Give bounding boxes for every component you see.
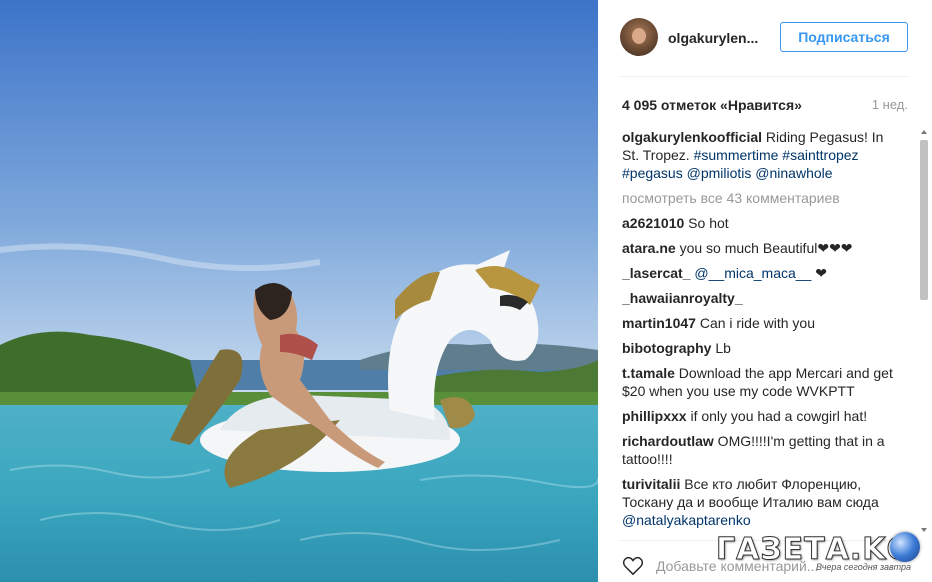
view-all-comments-link[interactable]: посмотреть все 43 комментариев bbox=[622, 189, 894, 207]
caption-tag[interactable]: @ninawhole bbox=[755, 165, 832, 181]
comment-item: _hawaiianroyalty_ bbox=[622, 289, 894, 307]
pegasus-pool-photo bbox=[0, 0, 598, 582]
caption-username[interactable]: olgakurylenkoofficial bbox=[622, 129, 762, 145]
comment-text: ❤ bbox=[811, 265, 827, 281]
comment-item: bibotography Lb bbox=[622, 339, 894, 357]
caption-tag[interactable]: @pmiliotis bbox=[687, 165, 752, 181]
globe-icon bbox=[890, 532, 920, 562]
comment-username[interactable]: phillipxxx bbox=[622, 408, 687, 424]
post-time[interactable]: 1 нед. bbox=[872, 97, 908, 112]
comment-username[interactable]: _hawaiianroyalty_ bbox=[622, 290, 743, 306]
comments-list: olgakurylenkoofficial Riding Pegasus! In… bbox=[622, 128, 894, 532]
scroll-up-icon[interactable] bbox=[921, 130, 927, 134]
caption: olgakurylenkoofficial Riding Pegasus! In… bbox=[622, 128, 894, 182]
comment-username[interactable]: martin1047 bbox=[622, 315, 696, 331]
heart-icon[interactable] bbox=[622, 556, 644, 576]
scroll-thumb[interactable] bbox=[920, 140, 928, 300]
watermark-tagline: Вчера сегодня завтра bbox=[816, 562, 912, 572]
caption-tag[interactable]: #sainttropez bbox=[782, 147, 858, 163]
post-sidebar: olgakurylen... Подписаться 4 095 отметок… bbox=[598, 0, 932, 582]
comment-item: a2621010 So hot bbox=[622, 214, 894, 232]
post-photo[interactable] bbox=[0, 0, 598, 582]
comment-item: martin1047 Can i ride with you bbox=[622, 314, 894, 332]
watermark: ГАЗЕТА.KG Вчера сегодня завтра bbox=[715, 528, 928, 574]
caption-tag[interactable]: #summertime bbox=[694, 147, 779, 163]
comment-text: Can i ride with you bbox=[695, 315, 815, 331]
divider bbox=[620, 76, 908, 77]
comment-text: Lb bbox=[711, 340, 731, 356]
post-header: olgakurylen... Подписаться bbox=[620, 16, 908, 60]
comment-username[interactable]: t.tamale bbox=[622, 365, 675, 381]
comment-item: _lasercat_ @__mica_maca__ ❤ bbox=[622, 264, 894, 282]
comment-item: turivitalii Все кто любит Флоренцию, Тос… bbox=[622, 475, 894, 529]
comments-scrollbar[interactable] bbox=[918, 128, 930, 534]
comment-item: richardoutlaw OMG!!!!I'm getting that in… bbox=[622, 432, 894, 468]
comment-text: you so much Beautiful❤❤❤ bbox=[675, 240, 853, 256]
comment-text: if only you had a cowgirl hat! bbox=[686, 408, 868, 424]
caption-tag[interactable]: #pegasus bbox=[622, 165, 683, 181]
comment-username[interactable]: bibotography bbox=[622, 340, 711, 356]
avatar-face bbox=[632, 28, 646, 44]
avatar[interactable] bbox=[620, 18, 658, 56]
comment-tag[interactable]: @__mica_maca__ bbox=[691, 265, 811, 281]
comment-item: phillipxxx if only you had a cowgirl hat… bbox=[622, 407, 894, 425]
comment-username[interactable]: _lasercat_ bbox=[622, 265, 691, 281]
comment-username[interactable]: turivitalii bbox=[622, 476, 680, 492]
username-link[interactable]: olgakurylen... bbox=[668, 30, 758, 46]
comment-text: So hot bbox=[684, 215, 729, 231]
comment-username[interactable]: atara.ne bbox=[622, 240, 676, 256]
follow-button[interactable]: Подписаться bbox=[780, 22, 908, 52]
likes-count[interactable]: 4 095 отметок «Нравится» bbox=[622, 97, 802, 113]
comment-item: atara.ne you so much Beautiful❤❤❤ bbox=[622, 239, 894, 257]
comment-username[interactable]: richardoutlaw bbox=[622, 433, 714, 449]
comment-tag[interactable]: @natalyakaptarenko bbox=[622, 512, 751, 528]
comment-username[interactable]: a2621010 bbox=[622, 215, 684, 231]
comment-item: t.tamale Download the app Mercari and ge… bbox=[622, 364, 894, 400]
